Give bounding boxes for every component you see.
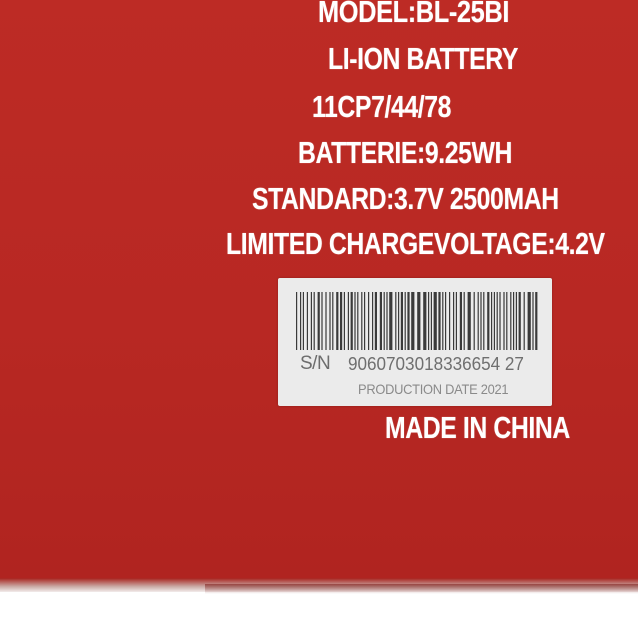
barcode-bar [300,292,302,350]
barcode-bar [506,292,508,350]
barcode-bar [438,292,441,350]
barcode-bar [329,292,331,350]
barcode-bar [386,292,388,350]
barcode-bar [317,292,320,350]
model-text: MODEL:BL-25BI [318,0,509,29]
barcode-bar [398,292,400,350]
barcode-bar [510,292,512,350]
barcode-bar [480,292,482,350]
barcode-bar [411,292,415,350]
barcode-bar [483,292,485,350]
barcode-bar [449,292,451,350]
barcode-bar [518,292,521,350]
standard-rating-text: STANDARD:3.7V 2500MAH [252,181,559,216]
barcode-bar [433,292,437,350]
barcode-bar [487,292,490,350]
barcode-bar [389,292,393,350]
barcode-bar [354,292,356,350]
barcode-bar [430,292,432,350]
barcode-bar [325,292,327,350]
serial-sticker: S/N 9060703018336654 27 PRODUCTION DATE … [278,278,552,406]
barcode-bar [395,292,397,350]
barcode-bar [455,292,457,350]
barcode-bar [374,292,377,350]
barcode-bar [491,292,493,350]
barcode-bar [302,292,304,350]
barcode-bar [357,292,359,350]
barcode-bar [379,292,382,350]
barcode-bar [442,292,444,350]
barcode-bar [532,292,534,350]
battery-body: MODEL:BL-25BI LI-ION BATTERY 11CP7/44/78… [0,0,638,584]
barcode-bar [400,292,403,350]
barcode-bar [467,292,471,350]
product-photo: MODEL:BL-25BI LI-ION BATTERY 11CP7/44/78… [0,0,640,640]
barcode-bar [503,292,505,350]
barcode-bar [336,292,339,350]
barcode-bar [383,292,385,350]
barcode-bar [499,292,501,350]
barcode-bar [407,292,410,350]
barcode-bar [368,292,370,350]
barcode-bar [372,292,374,350]
barcode-bar [513,292,515,350]
barcode-bar [527,292,531,350]
barcode-bar [428,292,430,350]
cell-code-text: 11CP7/44/78 [312,89,452,124]
barcode-icon [296,292,538,350]
origin-text: MADE IN CHINA [385,410,570,445]
barcode-bar [453,292,455,350]
charge-voltage-text: LIMITED CHARGEVOLTAGE:4.2V [226,226,605,261]
barcode-bar [347,292,349,350]
barcode-bar [404,292,406,350]
barcode-bar [473,292,475,350]
barcode-bar [306,292,308,350]
barcode-bar [343,292,345,350]
energy-rating-text: BATTERIE:9.25WH [298,135,513,170]
barcode-bar [350,292,353,350]
barcode-bar [332,292,334,350]
barcode-bar [493,292,495,350]
serial-number: 9060703018336654 27 [348,354,524,374]
barcode-bar [364,292,366,350]
barcode-bar [361,292,363,350]
barcode-bar [445,292,447,350]
barcode-bar [417,292,421,350]
barcode-bar [477,292,479,350]
barcode-bar [296,292,298,350]
barcode-bar [463,292,465,350]
production-date: PRODUCTION DATE 2021 [358,381,509,397]
barcode-bar [535,292,538,350]
sn-label: S/N [300,353,331,374]
barcode-bar [313,292,315,350]
barcode-bar [496,292,498,350]
battery-type-text: LI-ION BATTERY [328,41,519,76]
barcode-bar [340,292,343,350]
barcode-bar [321,292,323,350]
barcode-bar [523,292,525,350]
barcode-bar [310,292,312,350]
barcode-bar [515,292,517,350]
battery-shadow [205,584,638,594]
barcode-bar [459,292,462,350]
barcode-bar [423,292,427,350]
